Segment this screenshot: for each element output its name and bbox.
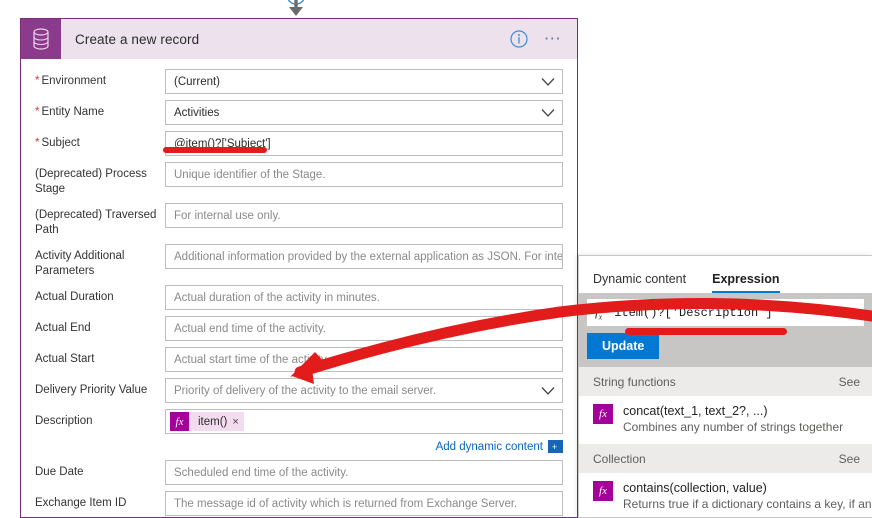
field-value-environment: (Current) xyxy=(174,75,221,88)
required-asterisk: * xyxy=(35,137,40,149)
expression-token[interactable]: fx item() × xyxy=(170,412,244,431)
group-title-collection: Collection xyxy=(593,451,646,466)
field-input-environment[interactable]: (Current) xyxy=(165,69,563,94)
field-input-exchange-item-id[interactable]: The message id of activity which is retu… xyxy=(165,491,563,516)
field-input-process-stage[interactable]: Unique identifier of the Stage. xyxy=(165,162,563,187)
field-row-description: Description fx item() × xyxy=(35,409,563,434)
field-value-entity-name: Activities xyxy=(174,106,220,119)
group-header-string-functions: String functions See xyxy=(579,367,872,396)
database-icon xyxy=(21,19,61,59)
required-asterisk: * xyxy=(35,106,40,118)
field-input-delivery-priority-value[interactable]: Priority of delivery of the activity to … xyxy=(165,378,563,403)
fx-icon: fx xyxy=(593,404,613,424)
card-header[interactable]: Create a new record ⋯ xyxy=(21,18,577,59)
field-placeholder-activity-additional-parameters: Additional information provided by the e… xyxy=(174,250,563,263)
chevron-down-icon[interactable] xyxy=(541,108,555,117)
function-desc-concat: Combines any number of strings together xyxy=(623,420,844,434)
function-name-concat: concat(text_1, text_2?, ...) xyxy=(623,404,768,418)
field-row-due-date: Due Date Scheduled end time of the activ… xyxy=(35,460,563,485)
function-desc-contains: Returns true if a dictionary contains a … xyxy=(623,497,872,511)
field-row-exchange-item-id: Exchange Item ID The message id of activ… xyxy=(35,491,563,516)
expression-value: item()?['Description'] xyxy=(614,305,773,320)
field-row-traversed-path: (Deprecated) Traversed Path For internal… xyxy=(35,203,563,238)
field-label-environment: * Environment xyxy=(35,75,107,87)
field-label-traversed-path: (Deprecated) Traversed Path xyxy=(35,209,157,236)
update-button-wrap: Update xyxy=(579,333,872,367)
fx-icon: fx xyxy=(593,481,613,501)
chevron-down-icon[interactable] xyxy=(541,386,555,395)
field-placeholder-actual-duration: Actual duration of the activity in minut… xyxy=(174,291,380,304)
field-label-actual-end: Actual End xyxy=(35,322,91,334)
expression-token-label: item() xyxy=(198,415,228,428)
function-name-contains: contains(collection, value) xyxy=(623,481,767,495)
field-label-entity-name: * Entity Name xyxy=(35,106,105,118)
ellipsis-icon[interactable]: ⋯ xyxy=(544,30,563,47)
group-header-collection: Collection See xyxy=(579,444,872,473)
update-button[interactable]: Update xyxy=(587,333,660,359)
add-dynamic-content-plus-icon[interactable]: + xyxy=(548,440,563,453)
field-input-subject[interactable]: @item()?['Subject'] xyxy=(165,131,563,156)
field-label-actual-duration: Actual Duration xyxy=(35,291,114,303)
card-header-actions: ⋯ xyxy=(510,30,577,48)
tab-expression[interactable]: Expression xyxy=(712,272,780,293)
field-row-actual-duration: Actual Duration Actual duration of the a… xyxy=(35,285,563,310)
field-label-process-stage: (Deprecated) Process Stage xyxy=(35,168,147,195)
field-label-exchange-item-id: Exchange Item ID xyxy=(35,497,127,509)
field-value-subject: @item()?['Subject'] xyxy=(174,137,271,150)
field-input-activity-additional-parameters[interactable]: Additional information provided by the e… xyxy=(165,244,563,269)
field-input-due-date[interactable]: Scheduled end time of the activity. xyxy=(165,460,563,485)
see-more-link-collection[interactable]: See xyxy=(839,452,860,466)
chevron-down-icon[interactable] xyxy=(541,77,555,86)
function-item-contains[interactable]: fx contains(collection, value) Returns t… xyxy=(579,473,872,517)
flyout-tabs: Dynamic content Expression xyxy=(579,256,872,293)
add-dynamic-content-link[interactable]: Add dynamic content xyxy=(436,441,543,453)
field-row-subject: * Subject @item()?['Subject'] xyxy=(35,131,563,156)
info-icon[interactable] xyxy=(510,30,528,48)
field-placeholder-actual-start: Actual start time of the activity. xyxy=(174,353,330,366)
remove-token-icon[interactable]: × xyxy=(232,416,238,428)
field-input-actual-duration[interactable]: Actual duration of the activity in minut… xyxy=(165,285,563,310)
expression-input[interactable]: fx item()?['Description'] xyxy=(587,299,864,326)
action-card-create-a-new-record: Create a new record ⋯ * Environment (Curr… xyxy=(20,18,578,518)
field-row-actual-start: Actual Start Actual start time of the ac… xyxy=(35,347,563,372)
field-row-environment: * Environment (Current) xyxy=(35,69,563,94)
field-label-actual-start: Actual Start xyxy=(35,353,95,365)
fx-icon: fx xyxy=(595,303,603,322)
required-asterisk: * xyxy=(35,75,40,87)
field-placeholder-delivery-priority-value: Priority of delivery of the activity to … xyxy=(174,384,437,397)
function-item-concat[interactable]: fx concat(text_1, text_2?, ...) Combines… xyxy=(579,396,872,444)
field-placeholder-due-date: Scheduled end time of the activity. xyxy=(174,466,349,479)
add-dynamic-content-row: Add dynamic content + xyxy=(35,440,563,453)
field-row-delivery-priority-value: Delivery Priority Value Priority of deli… xyxy=(35,378,563,403)
field-row-activity-additional-parameters: Activity Additional Parameters Additiona… xyxy=(35,244,563,279)
see-more-link-string-functions[interactable]: See xyxy=(839,375,860,389)
fx-icon: fx xyxy=(170,412,189,431)
flow-designer-screen: Create a new record ⋯ * Environment (Curr… xyxy=(0,0,872,518)
field-input-traversed-path[interactable]: For internal use only. xyxy=(165,203,563,228)
field-label-due-date: Due Date xyxy=(35,466,84,478)
field-placeholder-traversed-path: For internal use only. xyxy=(174,209,281,222)
field-input-actual-end[interactable]: Actual end time of the activity. xyxy=(165,316,563,341)
card-body: * Environment (Current) * Entity Name Acti… xyxy=(21,59,577,518)
field-input-entity-name[interactable]: Activities xyxy=(165,100,563,125)
field-row-actual-end: Actual End Actual end time of the activi… xyxy=(35,316,563,341)
field-placeholder-exchange-item-id: The message id of activity which is retu… xyxy=(174,497,518,510)
field-input-description[interactable]: fx item() × xyxy=(165,409,563,434)
tab-dynamic-content[interactable]: Dynamic content xyxy=(593,272,686,293)
field-label-delivery-priority-value: Delivery Priority Value xyxy=(35,384,148,396)
field-row-process-stage: (Deprecated) Process Stage Unique identi… xyxy=(35,162,563,197)
field-placeholder-actual-end: Actual end time of the activity. xyxy=(174,322,326,335)
card-title: Create a new record xyxy=(75,31,200,47)
field-label-subject: * Subject xyxy=(35,137,80,149)
field-input-actual-start[interactable]: Actual start time of the activity. xyxy=(165,347,563,372)
group-title-string-functions: String functions xyxy=(593,374,676,389)
expression-flyout-panel: Dynamic content Expression fx item()?['D… xyxy=(578,255,872,518)
field-placeholder-process-stage: Unique identifier of the Stage. xyxy=(174,168,326,181)
field-label-activity-additional-parameters: Activity Additional Parameters xyxy=(35,250,125,277)
field-label-description: Description xyxy=(35,415,93,427)
field-row-entity-name: * Entity Name Activities xyxy=(35,100,563,125)
expression-editor-wrap: fx item()?['Description'] xyxy=(579,293,872,333)
flyout-collapse-handle[interactable] xyxy=(579,358,580,384)
